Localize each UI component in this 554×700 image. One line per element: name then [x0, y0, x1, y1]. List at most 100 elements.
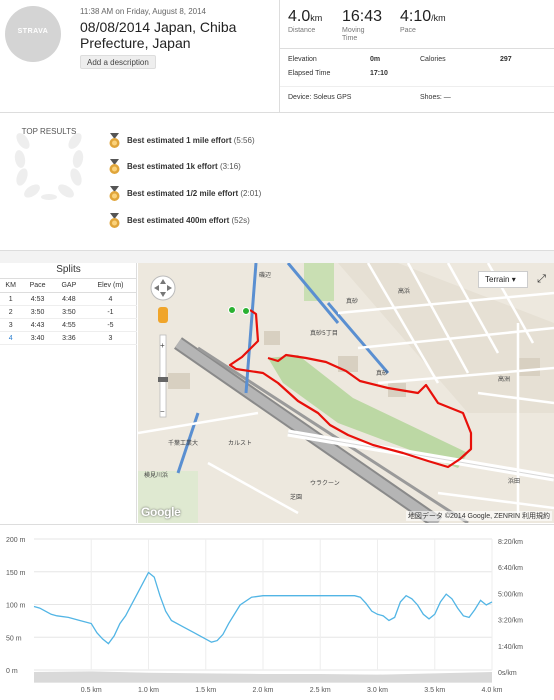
achievement-item[interactable]: Best estimated 1k effort (3:16) — [127, 160, 241, 174]
split-pace: 3:40 — [21, 331, 54, 345]
x-tick-label: 2.5 km — [310, 687, 331, 694]
map-label: 千葉工業大 — [168, 439, 198, 447]
map-attribution[interactable]: 地図データ ©2014 Google, ZENRIN 利用規約 — [405, 511, 552, 521]
map-type-dropdown[interactable]: Terrain ▾ — [478, 271, 528, 288]
split-km: 1 — [0, 292, 22, 306]
pegman-icon — [158, 307, 168, 323]
map-label: 検見川浜 — [144, 471, 168, 479]
x-tick-label: 2.0 km — [252, 687, 273, 694]
split-elev: 4 — [83, 292, 137, 306]
activity-header: STRAVA 11:38 AM on Friday, August 8, 201… — [0, 0, 554, 113]
split-elev: -1 — [83, 305, 137, 319]
route-start-marker — [242, 307, 250, 315]
moving-time-value: 16:43 — [342, 8, 383, 25]
achievement-title: Best estimated 1 mile effort — [127, 136, 232, 145]
split-gap: 3:36 — [53, 331, 84, 345]
x-tick-label: 1.0 km — [138, 687, 159, 694]
stats-divider — [280, 48, 554, 49]
split-pace: 3:50 — [21, 305, 54, 319]
achievement-title: Best estimated 400m effort — [127, 216, 230, 225]
elevation-area — [34, 671, 492, 682]
column-header-km: KM — [0, 278, 22, 293]
y-tick-label-right: 8:20/km — [498, 539, 523, 546]
x-tick-label: 4.0 km — [481, 687, 502, 694]
activity-title: 08/08/2014 Japan, Chiba Prefecture, Japa… — [80, 19, 237, 51]
top-results-section: TOP RESULTS Best estimated 1 mile effort… — [0, 113, 554, 251]
splits-panel: Splits KM Pace GAP Elev (m) 1 4:53 4:48 … — [0, 263, 137, 523]
fullscreen-icon[interactable]: ⤢ — [533, 271, 550, 288]
splits-title: Splits — [56, 264, 81, 275]
map-label: 真砂 — [346, 297, 358, 305]
table-row[interactable]: 4 3:40 3:36 3 — [0, 331, 137, 345]
section-divider — [0, 251, 554, 263]
y-tick-label: 100 m — [6, 603, 26, 610]
table-row[interactable]: 1 4:53 4:48 4 — [0, 292, 137, 306]
y-tick-label: 200 m — [6, 537, 26, 544]
distance-stat: 4.0km Distance — [288, 8, 322, 35]
moving-time-stat: 16:43 Moving Time — [342, 8, 382, 43]
route-map[interactable]: 磯辺 真砂 高浜 真砂5丁目 真砂 高洲 千葉工業大 カルスト ウラクーン 芝園… — [138, 263, 554, 523]
achievement-item[interactable]: Best estimated 400m effort (52s) — [127, 214, 250, 228]
google-logo: Google — [141, 505, 181, 519]
map-label: 真砂 — [376, 369, 388, 377]
activity-timestamp: 11:38 AM on Friday, August 8, 2014 — [80, 7, 207, 16]
zoom-out-button[interactable]: − — [160, 407, 166, 416]
split-km: 2 — [0, 305, 22, 319]
stats-panel: 4.0km Distance 16:43 Moving Time 4:10/km… — [279, 0, 554, 113]
map-label: 高浜 — [398, 287, 410, 295]
split-km: 4 — [0, 331, 22, 345]
map-label: 磯辺 — [259, 271, 271, 279]
stats-divider — [280, 86, 554, 87]
map-building — [518, 358, 540, 376]
split-gap: 4:55 — [53, 318, 84, 332]
elevation-value: 0m — [370, 56, 381, 63]
map-label: 芝園 — [290, 493, 302, 501]
splits-table: KM Pace GAP Elev (m) 1 4:53 4:48 4 2 3:5… — [0, 278, 137, 345]
medal-icon — [109, 133, 120, 148]
map-park — [304, 263, 334, 301]
x-tick-label: 0.5 km — [81, 687, 102, 694]
map-type-label: Terrain — [485, 275, 510, 284]
zoom-in-button[interactable]: + — [160, 341, 166, 350]
y-axis-right: 8:20/km 6:40/km 5:00/km 3:20/km 1:40/km 0s/km — [498, 539, 523, 677]
avatar-brand-text: STRAVA — [17, 28, 49, 35]
table-row[interactable]: 2 3:50 3:50 -1 — [0, 305, 137, 319]
top-results-label: TOP RESULTS — [21, 127, 77, 136]
split-elev: 3 — [83, 331, 137, 345]
chart-canvas: 200 m 150 m 100 m 50 m 0 m 8:20/km 6:40/km 5:0… — [6, 537, 523, 694]
achievement-time: (2:01) — [240, 189, 262, 198]
elevation-label: Elevation — [288, 56, 317, 63]
y-tick-label-right: 5:00/km — [498, 591, 523, 598]
x-tick-label: 3.5 km — [424, 687, 445, 694]
shoes-text: Shoes: — — [420, 94, 451, 101]
x-axis: 0.5 km 1.0 km 1.5 km 2.0 km 2.5 km 3.0 km 3.5 … — [81, 687, 503, 694]
column-header-pace: Pace — [21, 278, 54, 293]
y-tick-label: 50 m — [6, 635, 22, 642]
map-building — [264, 331, 280, 345]
athlete-avatar[interactable]: STRAVA — [5, 6, 61, 62]
medal-icon — [109, 186, 120, 201]
column-header-elev: Elev (m) — [83, 278, 137, 293]
achievement-item[interactable]: Best estimated 1/2 mile effort (2:01) — [127, 187, 261, 201]
elapsed-time-label: Elapsed Time — [288, 70, 331, 77]
elevation-pace-chart[interactable]: 200 m 150 m 100 m 50 m 0 m 8:20/km 6:40/km 5:0… — [0, 524, 554, 700]
achievement-time: (3:16) — [219, 162, 241, 171]
medal-icon — [109, 159, 120, 174]
zoom-slider-handle — [158, 377, 168, 382]
distance-label: Distance — [288, 27, 316, 34]
map-canvas: 磯辺 真砂 高浜 真砂5丁目 真砂 高洲 千葉工業大 カルスト ウラクーン 芝園… — [138, 263, 554, 523]
add-description-button[interactable]: Add a description — [80, 55, 156, 69]
table-row[interactable]: 3 4:43 4:55 -5 — [0, 318, 137, 332]
pace-unit: /km — [431, 13, 446, 23]
split-pace: 4:53 — [21, 292, 54, 306]
achievement-title: Best estimated 1k effort — [127, 162, 218, 171]
achievement-title: Best estimated 1/2 mile effort — [127, 189, 239, 198]
achievement-item[interactable]: Best estimated 1 mile effort (5:56) — [127, 134, 255, 148]
split-pace: 4:43 — [21, 318, 54, 332]
split-km: 3 — [0, 318, 22, 332]
column-header-gap: GAP — [53, 278, 84, 293]
map-building — [168, 373, 190, 389]
map-label: 真砂5丁目 — [310, 329, 338, 337]
map-label: ウラクーン — [310, 479, 340, 487]
route-marker — [228, 306, 236, 314]
